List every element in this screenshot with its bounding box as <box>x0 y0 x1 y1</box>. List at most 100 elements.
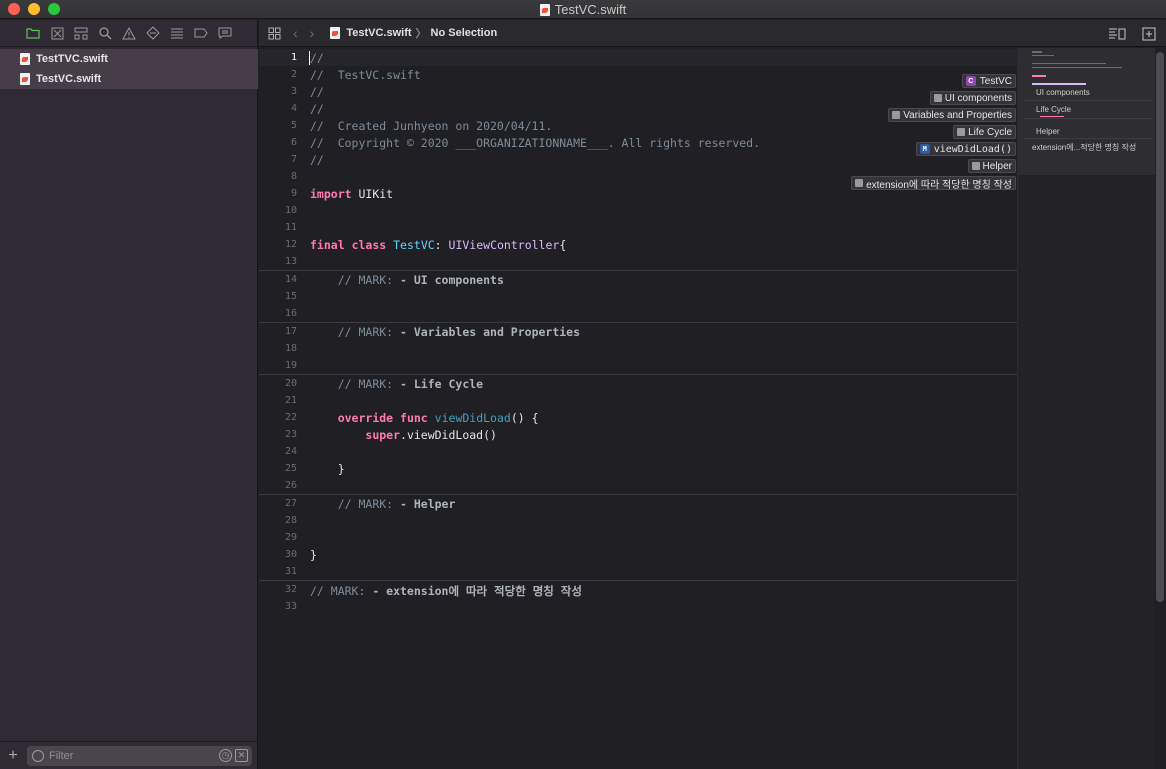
minimap-line <box>1032 83 1086 85</box>
forward-arrow-icon[interactable]: › <box>310 25 315 41</box>
line-number[interactable]: 13 <box>259 256 297 267</box>
line-number[interactable]: 17 <box>259 326 297 337</box>
outline-tag-mark[interactable]: Life Cycle <box>953 125 1016 139</box>
line-number[interactable]: 32 <box>259 584 297 595</box>
title-bar: TestVC.swift <box>0 0 1166 19</box>
filter-input[interactable] <box>49 750 209 762</box>
mark-icon <box>855 179 864 187</box>
jump-bar: ‹ › TestVC.swift 〉 No Selection <box>259 20 1166 47</box>
line-number[interactable]: 7 <box>259 154 297 165</box>
swift-file-icon <box>20 53 30 65</box>
line-number[interactable]: 27 <box>259 498 297 509</box>
line-number[interactable]: 25 <box>259 463 297 474</box>
filter-field[interactable]: ◷ ✕ <box>27 746 252 766</box>
outline-tag-method[interactable]: MviewDidLoad() <box>915 142 1016 156</box>
line-number[interactable]: 33 <box>259 601 297 612</box>
recent-files-icon[interactable]: ◷ <box>219 749 232 762</box>
mark-separator <box>259 374 1017 375</box>
folder-icon[interactable] <box>24 24 42 42</box>
navigator-toolbar <box>0 20 258 47</box>
code-line-6: // Copyright © 2020 ___ORGANIZATIONNAME_… <box>310 136 761 150</box>
warning-icon[interactable] <box>120 24 138 42</box>
code-line-12: final class TestVC: UIViewController{ <box>310 238 567 252</box>
source-control-filter-icon[interactable]: ✕ <box>235 749 248 762</box>
minimap-line <box>1032 63 1106 64</box>
line-number[interactable]: 29 <box>259 532 297 543</box>
line-number[interactable]: 4 <box>259 103 297 114</box>
outline-tag-class[interactable]: C TestVC <box>961 74 1016 88</box>
outline-tag-mark[interactable]: Helper <box>967 159 1016 173</box>
minimap-line <box>1032 75 1046 77</box>
line-number[interactable]: 18 <box>259 343 297 354</box>
class-badge-icon: C <box>965 76 976 86</box>
line-number[interactable]: 23 <box>259 429 297 440</box>
code-line-22: override func viewDidLoad() { <box>337 411 539 425</box>
line-number[interactable]: 8 <box>259 171 297 182</box>
line-number[interactable]: 9 <box>259 188 297 199</box>
file-item-testvc[interactable]: TestVC.swift <box>0 69 258 89</box>
code-line-27: // MARK: - Helper <box>337 497 456 511</box>
minimap-label: extension에...적당한 명칭 작성 <box>1032 143 1137 152</box>
test-icon[interactable] <box>144 24 162 42</box>
swift-file-icon <box>539 4 550 16</box>
line-number[interactable]: 1 <box>259 52 297 63</box>
line-number[interactable]: 6 <box>259 137 297 148</box>
line-number[interactable]: 12 <box>259 239 297 250</box>
outline-tag-mark[interactable]: UI components <box>929 91 1016 105</box>
code-line-5: // Created Junhyeon on 2020/04/11. <box>310 119 553 133</box>
report-icon[interactable] <box>216 24 234 42</box>
line-number[interactable]: 20 <box>259 378 297 389</box>
line-number[interactable]: 30 <box>259 549 297 560</box>
line-number[interactable]: 31 <box>259 566 297 577</box>
line-number[interactable]: 16 <box>259 308 297 319</box>
related-items-icon[interactable] <box>267 26 281 40</box>
line-number[interactable]: 19 <box>259 360 297 371</box>
line-number[interactable]: 26 <box>259 480 297 491</box>
breakpoint-icon[interactable] <box>192 24 210 42</box>
debug-icon[interactable] <box>168 24 186 42</box>
minimap[interactable]: UI components Life Cycle Helper extensio… <box>1017 48 1155 769</box>
swift-file-icon <box>20 73 30 85</box>
minimap-label: Life Cycle <box>1036 105 1072 114</box>
line-number[interactable]: 10 <box>259 205 297 216</box>
code-line-4: // <box>310 102 324 116</box>
line-number[interactable]: 24 <box>259 446 297 457</box>
line-number[interactable]: 14 <box>259 274 297 285</box>
add-editor-icon[interactable] <box>1140 27 1158 41</box>
source-editor: ‹ › TestVC.swift 〉 No Selection 12345678… <box>259 20 1166 769</box>
line-number[interactable]: 5 <box>259 120 297 131</box>
code-line-25: } <box>337 462 345 476</box>
file-item-testtvc[interactable]: TestTVC.swift <box>0 49 258 69</box>
breadcrumb[interactable]: TestVC.swift 〉 No Selection <box>330 25 497 41</box>
mark-separator <box>259 270 1017 271</box>
code-line-17: // MARK: - Variables and Properties <box>337 325 581 339</box>
project-navigator: TestTVC.swift TestVC.swift + ◷ ✕ <box>0 20 258 769</box>
code-line-23: super.viewDidLoad() <box>365 428 497 442</box>
back-arrow-icon[interactable]: ‹ <box>293 25 298 41</box>
line-number[interactable]: 28 <box>259 515 297 526</box>
mark-separator <box>259 322 1017 323</box>
code-line-14: // MARK: - UI components <box>337 273 504 287</box>
add-icon[interactable]: + <box>0 747 26 765</box>
line-number[interactable]: 11 <box>259 222 297 233</box>
line-number[interactable]: 15 <box>259 291 297 302</box>
code-line-20: // MARK: - Life Cycle <box>337 377 484 391</box>
source-control-icon[interactable] <box>48 24 66 42</box>
line-number[interactable]: 21 <box>259 395 297 406</box>
editor-options-icon[interactable] <box>1108 27 1126 41</box>
outline-tag-mark[interactable]: extension에 따라 적당한 명칭 작성 <box>851 176 1016 191</box>
minimap-line <box>1032 67 1122 68</box>
line-number[interactable]: 22 <box>259 412 297 423</box>
line-number[interactable]: 3 <box>259 86 297 97</box>
code-line-9: import UIKit <box>310 187 394 201</box>
breadcrumb-separator-icon: 〉 <box>415 28 427 40</box>
filter-icon <box>32 750 44 762</box>
outline-tag-mark[interactable]: Variables and Properties <box>888 108 1016 122</box>
search-icon[interactable] <box>96 24 114 42</box>
line-number[interactable]: 2 <box>259 69 297 80</box>
minimap-label: UI components <box>1036 88 1090 97</box>
mark-icon <box>933 94 942 102</box>
code-line-2: // TestVC.swift <box>310 68 421 82</box>
hierarchy-icon[interactable] <box>72 24 90 42</box>
vertical-scrollbar[interactable] <box>1156 52 1164 602</box>
